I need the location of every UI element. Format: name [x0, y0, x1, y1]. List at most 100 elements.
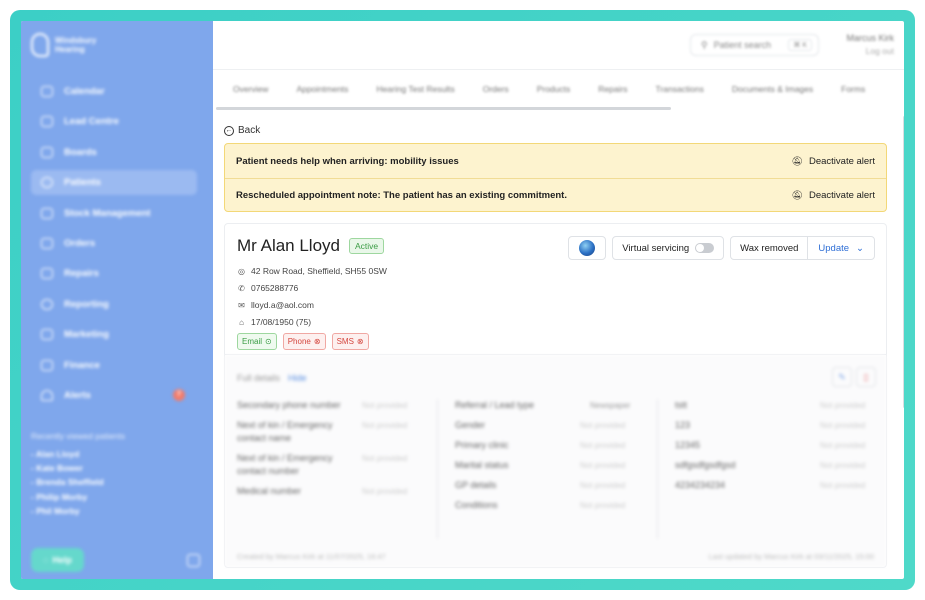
detail-label: 123 [675, 420, 691, 430]
ear-icon [31, 33, 49, 57]
mail-icon: ✉ [238, 301, 245, 310]
brand-name-line2: Hearing [55, 45, 85, 54]
detail-value: Not provided [580, 501, 626, 510]
sidebar-item-stock-management[interactable]: Stock Management [31, 201, 197, 226]
detail-value: Not provided [820, 401, 866, 410]
patient-search-input[interactable]: ⚲ Patient search ⌘ K [690, 34, 819, 56]
calendar-icon [41, 86, 53, 97]
pie-chart-icon [41, 298, 53, 310]
tab-documents-images[interactable]: Documents & Images [732, 84, 813, 94]
help-button[interactable]: ◌ Help [31, 548, 84, 572]
integration-logo-button[interactable] [568, 236, 607, 260]
tab-forms[interactable]: Forms [841, 84, 865, 94]
patient-address: 42 Row Road, Sheffield, SH55 0SW [251, 266, 387, 276]
sidebar-item-label: Reporting [64, 298, 109, 310]
wrench-icon [41, 268, 53, 280]
sidebar-item-label: Repairs [64, 268, 99, 280]
sidebar-item-label: Finance [64, 359, 100, 371]
detail-label: Gender [455, 420, 486, 430]
alerts-panel: Patient needs help when arriving: mobili… [224, 143, 887, 212]
recent-patient-link[interactable]: - Alan Lloyd [31, 449, 125, 459]
detail-value: Not provided [580, 441, 626, 450]
sidebar-item-orders[interactable]: Orders [31, 231, 197, 256]
collapse-sidebar-icon[interactable] [187, 554, 200, 567]
recent-patient-link[interactable]: - Philip Morby [31, 492, 125, 502]
bell-icon [41, 389, 53, 401]
tab-transactions[interactable]: Transactions [656, 84, 704, 94]
sidebar-item-patients[interactable]: Patients [31, 170, 197, 196]
hide-details-link[interactable]: Hide [288, 373, 307, 383]
brand-logo[interactable]: Windsbury Hearing [31, 33, 96, 57]
back-button[interactable]: ← Back [224, 125, 260, 136]
detail-label: Next of kin / Emergency contact number [237, 453, 333, 476]
user-menu: Marcus Kirk Log out [846, 32, 894, 58]
cake-icon: ⌂ [239, 318, 244, 327]
created-by-text: Created by Marcus Kirk at 11/07/2025, 16… [237, 552, 386, 561]
patient-name: Mr Alan Lloyd [237, 236, 340, 255]
search-placeholder: Patient search [713, 40, 772, 50]
recently-viewed-heading: Recently viewed patients [31, 431, 126, 441]
detail-label: Referral / Lead type [455, 400, 535, 410]
detail-value: Not provided [820, 421, 866, 430]
mail-icon [41, 329, 53, 341]
phone-consent-chip[interactable]: Phone ⊗ [282, 333, 326, 350]
tab-repairs[interactable]: Repairs [598, 84, 627, 94]
deactivate-alert-label: Deactivate alert [808, 155, 875, 167]
sms-consent-chip[interactable]: SMS ⊗ [331, 333, 369, 350]
sidebar-item-marketing[interactable]: Marketing [31, 322, 197, 347]
deactivate-alert-button[interactable]: 🔕︎ Deactivate alert [792, 156, 875, 167]
recent-patient-link[interactable]: - Kate Bower [31, 463, 125, 473]
chevron-down-icon: ⌄ [856, 242, 864, 254]
tab-overview[interactable]: Overview [233, 84, 268, 94]
contact-preferences: Email ⊙ Phone ⊗ SMS ⊗ [237, 333, 369, 350]
logout-link[interactable]: Log out [846, 45, 894, 58]
email-consent-chip[interactable]: Email ⊙ [237, 333, 277, 350]
sidebar-item-boards[interactable]: Boards [31, 140, 197, 165]
detail-value: Not provided [362, 401, 408, 410]
update-dropdown-button[interactable]: Update ⌄ [808, 237, 874, 259]
user-name: Marcus Kirk [846, 33, 894, 43]
patient-tabs: Overview Appointments Hearing Test Resul… [213, 69, 904, 110]
tab-appointments[interactable]: Appointments [296, 84, 348, 94]
sidebar-item-reporting[interactable]: Reporting [31, 292, 197, 317]
orders-icon [41, 237, 53, 249]
update-label: Update [818, 242, 850, 254]
sidebar-nav: Calendar Lead Centre Boards Patients Sto… [31, 79, 197, 413]
wax-removed-label[interactable]: Wax removed [731, 237, 809, 259]
sidebar-item-alerts[interactable]: Alerts 7 [31, 383, 197, 408]
patient-email: lloyd.a@aol.com [251, 300, 314, 310]
detail-label: 4234234234 [675, 480, 726, 490]
sidebar-item-finance[interactable]: Finance [31, 353, 197, 378]
sidebar-item-repairs[interactable]: Repairs [31, 261, 197, 286]
trash-icon[interactable]: ▯ [856, 367, 876, 387]
globe-logo-icon [579, 240, 596, 256]
detail-label: Primary clinic [455, 440, 509, 450]
detail-value: Not provided [820, 441, 866, 450]
full-details-heading: Full details [237, 373, 281, 383]
phone-icon: ✆ [238, 284, 245, 293]
details-column-2: Referral / Lead type Newspaper Gender Not … [455, 399, 645, 519]
deactivate-alert-button[interactable]: 🔕︎ Deactivate alert [792, 190, 875, 201]
alert-message: Rescheduled appointment note: The patien… [236, 190, 567, 201]
detail-value: Not provided [362, 421, 408, 430]
sidebar-item-label: Patients [64, 177, 101, 189]
recently-viewed: Recently viewed patients - Alan Lloyd - … [31, 431, 125, 520]
main-scrollbar[interactable] [903, 116, 904, 408]
sidebar: Windsbury Hearing Calendar Lead Centre B… [21, 21, 213, 579]
recent-patient-link[interactable]: - Phil Morby [31, 506, 125, 516]
sidebar-item-lead-centre[interactable]: Lead Centre [31, 109, 197, 134]
tab-orders[interactable]: Orders [483, 84, 509, 94]
sidebar-item-calendar[interactable]: Calendar [31, 79, 197, 104]
sidebar-item-label: Alerts [64, 389, 91, 401]
deactivate-alert-label: Deactivate alert [808, 190, 875, 201]
recent-patient-link[interactable]: - Brenda Sheffield [31, 477, 125, 487]
board-icon [41, 146, 53, 158]
alert-row: Patient needs help when arriving: mobili… [225, 144, 886, 178]
detail-label: 12345 [675, 440, 701, 450]
tab-hearing-test-results[interactable]: Hearing Test Results [376, 84, 454, 94]
virtual-servicing-toggle[interactable]: Virtual servicing [612, 236, 725, 260]
patient-contact-info: ◎ 42 Row Road, Sheffield, SH55 0SW ✆ 07652… [237, 263, 387, 331]
edit-icon[interactable]: ✎ [832, 367, 852, 387]
tab-products[interactable]: Products [537, 84, 571, 94]
toggle-switch[interactable] [695, 243, 715, 253]
